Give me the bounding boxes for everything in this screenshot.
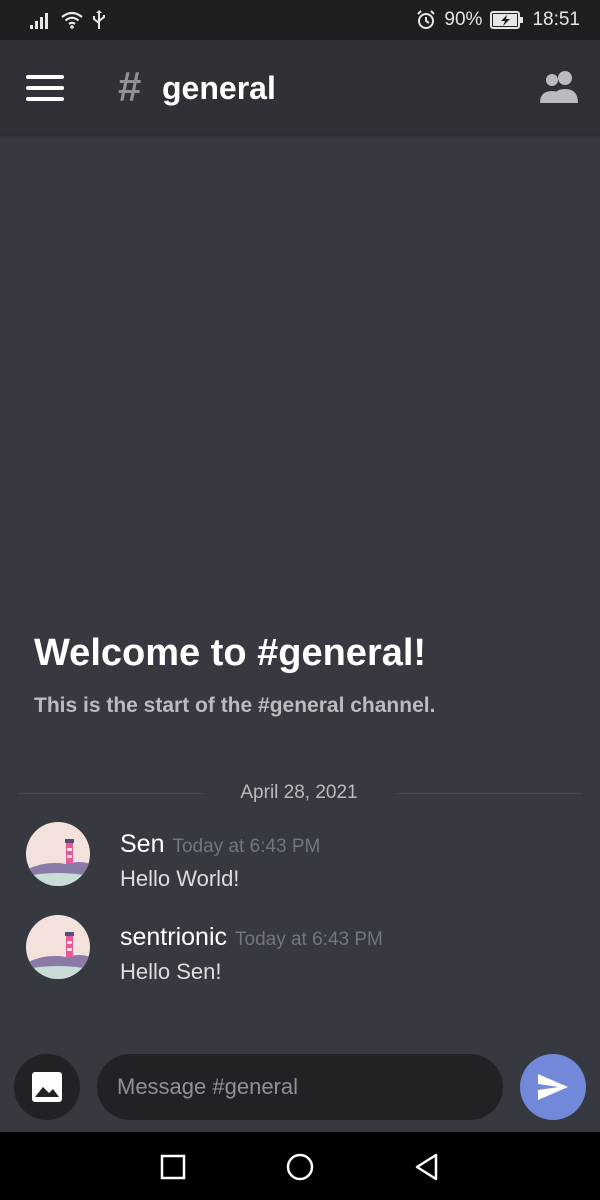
message-timestamp: Today at 6:43 PM [172,836,321,857]
hamburger-icon-line [26,86,64,90]
attach-image-button[interactable] [14,1054,80,1120]
battery-icon [490,11,524,29]
send-icon [538,1074,568,1100]
lighthouse-avatar-icon [26,915,90,979]
message-text: Hello World! [120,866,240,891]
message-author[interactable]: Sen Today at 6:43 PM [120,830,320,859]
clock-time: 18:51 [532,9,580,30]
message-item: Sen Today at 6:43 PM Hello World! [0,822,600,902]
channel-header: # general [0,40,600,134]
alarm-icon [417,10,436,29]
image-icon [32,1072,62,1102]
message-input[interactable] [97,1054,503,1120]
usb-icon [93,10,105,29]
welcome-subtitle: This is the start of the #general channe… [34,694,436,717]
author-name: sentrionic [120,923,227,951]
signal-icon [30,13,48,29]
battery-percent: 90% [444,9,483,30]
back-button[interactable] [412,1152,442,1182]
wifi-icon [61,11,83,29]
members-icon [540,71,578,103]
status-right: 90% 18:51 [416,9,580,31]
message-text: Hello Sen! [120,959,222,984]
circle-icon [286,1153,314,1181]
status-bar: 90% 18:51 [0,0,600,40]
menu-button[interactable] [26,75,66,101]
author-name: Sen [120,830,165,858]
back-triangle-icon [415,1153,438,1181]
send-button[interactable] [520,1054,586,1120]
message-timestamp: Today at 6:43 PM [235,929,383,950]
divider-line-right [396,793,582,794]
date-divider: April 28, 2021 [240,782,358,803]
message-author[interactable]: sentrionic Today at 6:43 PM [120,923,383,952]
channel-title: general [162,70,276,106]
home-button[interactable] [285,1152,315,1182]
avatar[interactable] [26,822,90,886]
square-icon [160,1154,186,1180]
hash-icon: # [118,63,142,110]
members-button[interactable] [538,70,582,104]
hamburger-icon [26,75,64,79]
recents-button[interactable] [158,1152,188,1182]
message-item: sentrionic Today at 6:43 PM Hello Sen! [0,915,600,995]
hamburger-icon-line [26,97,64,101]
status-left [30,10,106,30]
lighthouse-avatar-icon [26,822,90,886]
divider-line-left [18,793,204,794]
system-nav-bar [0,1132,600,1200]
welcome-title: Welcome to #general! [34,632,427,674]
avatar[interactable] [26,915,90,979]
